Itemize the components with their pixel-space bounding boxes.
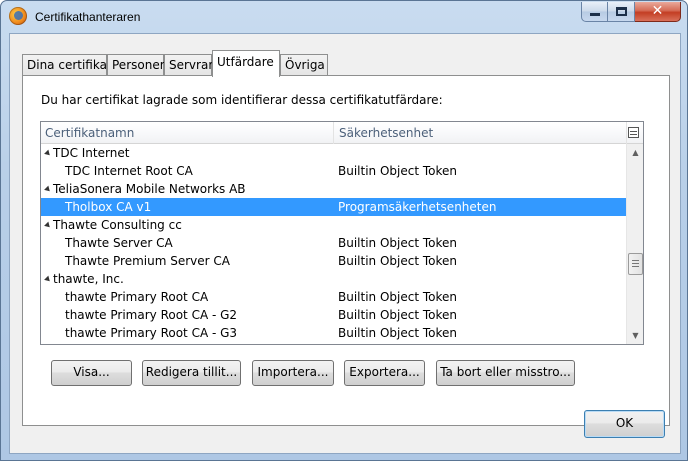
expand-twisty-icon[interactable] bbox=[44, 185, 52, 194]
row-name: Thawte Server CA bbox=[65, 236, 173, 250]
maximize-icon bbox=[616, 7, 627, 16]
minimize-button[interactable] bbox=[581, 2, 608, 22]
tree-row[interactable]: TDC Internet Root CA Builtin Object Toke… bbox=[41, 162, 628, 180]
row-name: thawte Primary Root CA - G2 bbox=[65, 308, 238, 322]
tree-rows: TDC Internet TDC Internet Root CA Builti… bbox=[41, 144, 628, 344]
row-name: Tholbox CA v1 bbox=[65, 200, 152, 214]
tree-row[interactable]: thawte Primary Root CA - G3 Builtin Obje… bbox=[41, 324, 628, 342]
column-header-name[interactable]: Certifikatnamn bbox=[41, 122, 334, 144]
dialog-client-area: Dina certifikat Personer Servrar Utfärda… bbox=[9, 33, 681, 454]
scroll-thumb[interactable] bbox=[628, 253, 643, 275]
caption-buttons: ✕ bbox=[581, 2, 681, 22]
group-label: TDC Internet bbox=[53, 146, 130, 160]
expand-twisty-icon[interactable] bbox=[44, 149, 52, 158]
export-button[interactable]: Exportera... bbox=[344, 360, 425, 386]
row-name: thawte Primary Root CA bbox=[65, 290, 209, 304]
row-name: Thawte Consulting cc bbox=[44, 216, 182, 234]
tab-ovriga[interactable]: Övriga bbox=[280, 54, 328, 76]
row-device: Builtin Object Token bbox=[338, 326, 458, 340]
tree-group-row[interactable]: thawte, Inc. bbox=[41, 270, 628, 288]
tab-servrar[interactable]: Servrar bbox=[164, 54, 213, 76]
tree-group-row[interactable]: TDC Internet bbox=[41, 144, 628, 162]
tab-dina-certifikat[interactable]: Dina certifikat bbox=[22, 54, 112, 76]
tree-group-row[interactable]: Thawte Consulting cc bbox=[41, 216, 628, 234]
tree-row[interactable]: Thawte Premium Server CA Builtin Object … bbox=[41, 252, 628, 270]
tab-personer[interactable]: Personer bbox=[107, 54, 165, 76]
certificate-tree[interactable]: Certifikatnamn Säkerhetsenhet TDC Intern… bbox=[40, 121, 644, 345]
row-name: thawte, Inc. bbox=[44, 270, 124, 288]
ok-button[interactable]: OK bbox=[584, 410, 665, 438]
firefox-icon bbox=[9, 7, 27, 25]
tree-row-selected[interactable]: Tholbox CA v1 Programsäkerhetsenheten bbox=[41, 198, 628, 216]
row-device: Builtin Object Token bbox=[338, 236, 458, 250]
tree-group-row[interactable]: TeliaSonera Mobile Networks AB bbox=[41, 180, 628, 198]
delete-or-distrust-button[interactable]: Ta bort eller misstro... bbox=[436, 360, 575, 386]
row-device: Builtin Object Token bbox=[338, 254, 458, 268]
certificate-manager-window: Certifikathanteraren ✕ Dina certifikat P… bbox=[0, 0, 688, 461]
expand-twisty-icon[interactable] bbox=[44, 221, 52, 230]
edit-trust-button[interactable]: Redigera tillit... bbox=[142, 360, 241, 386]
group-label: TeliaSonera Mobile Networks AB bbox=[53, 182, 246, 196]
title-bar[interactable]: Certifikathanteraren ✕ bbox=[1, 1, 687, 33]
expand-twisty-icon[interactable] bbox=[44, 275, 52, 284]
tree-row[interactable]: thawte Primary Root CA - G2 Builtin Obje… bbox=[41, 306, 628, 324]
scroll-up-arrow-icon[interactable]: ▲ bbox=[627, 144, 643, 161]
import-button[interactable]: Importera... bbox=[252, 360, 334, 386]
row-device: Programsäkerhetsenheten bbox=[338, 200, 497, 214]
row-name: Thawte Premium Server CA bbox=[65, 254, 230, 268]
vertical-scrollbar[interactable]: ▲ ▼ bbox=[626, 144, 643, 344]
column-picker-icon[interactable] bbox=[628, 127, 639, 138]
close-icon: ✕ bbox=[651, 3, 664, 19]
row-name: TDC Internet Root CA bbox=[65, 164, 193, 178]
row-name: thawte Primary Root CA - G3 bbox=[65, 326, 238, 340]
column-header-device[interactable]: Säkerhetsenhet bbox=[335, 122, 627, 144]
panel-description: Du har certifikat lagrade som identifier… bbox=[41, 93, 443, 107]
view-button[interactable]: Visa... bbox=[51, 360, 132, 386]
row-device: Builtin Object Token bbox=[338, 308, 458, 322]
group-label: Thawte Consulting cc bbox=[53, 218, 182, 232]
row-name: TDC Internet bbox=[44, 144, 130, 162]
scroll-down-arrow-icon[interactable]: ▼ bbox=[627, 327, 643, 344]
window-title: Certifikathanteraren bbox=[35, 10, 141, 24]
row-device: Builtin Object Token bbox=[338, 290, 458, 304]
row-name: TeliaSonera Mobile Networks AB bbox=[44, 180, 246, 198]
tab-utfardare[interactable]: Utfärdare bbox=[212, 50, 280, 77]
group-label: thawte, Inc. bbox=[53, 272, 124, 286]
close-button[interactable]: ✕ bbox=[635, 2, 681, 22]
minimize-icon bbox=[590, 13, 600, 16]
tree-row[interactable]: thawte Primary Root CA Builtin Object To… bbox=[41, 288, 628, 306]
tree-row[interactable]: Thawte Server CA Builtin Object Token bbox=[41, 234, 628, 252]
maximize-button[interactable] bbox=[608, 2, 635, 22]
authorities-tab-panel: Du har certifikat lagrade som identifier… bbox=[22, 75, 670, 426]
column-header-row: Certifikatnamn Säkerhetsenhet bbox=[41, 122, 643, 144]
row-device: Builtin Object Token bbox=[338, 164, 458, 178]
